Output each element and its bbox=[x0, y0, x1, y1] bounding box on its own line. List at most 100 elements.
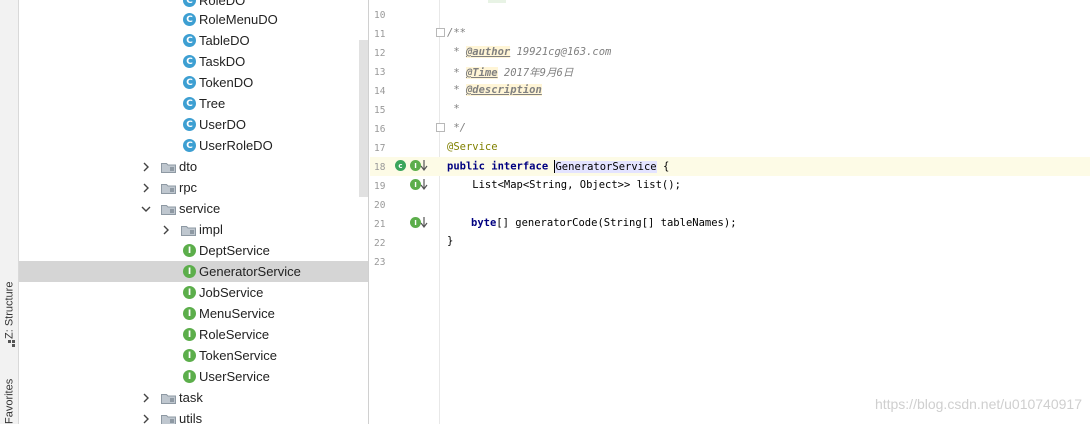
favorites-tab-label: Favorites bbox=[3, 378, 16, 424]
folder-icon bbox=[161, 182, 176, 194]
line-number: 10 bbox=[374, 10, 386, 21]
tree-row-label: UserService bbox=[199, 369, 270, 384]
code-line-11: /** bbox=[447, 27, 466, 39]
tree-row-label: impl bbox=[199, 222, 223, 237]
code-text: { bbox=[656, 160, 670, 173]
comment-star: * bbox=[447, 67, 466, 79]
keyword: byte bbox=[471, 217, 497, 229]
chevron-right-icon[interactable] bbox=[141, 414, 151, 424]
javadoc-tag-time: @Time bbox=[465, 67, 498, 79]
chevron-down-icon[interactable] bbox=[141, 204, 151, 214]
line-number: 21 bbox=[374, 219, 386, 230]
tree-row-label: UserRoleDO bbox=[199, 138, 273, 153]
code-line-22: } bbox=[447, 235, 454, 247]
tree-row-label: Tree bbox=[199, 96, 226, 111]
tree-row[interactable]: I DeptService bbox=[19, 240, 368, 261]
line-number: 14 bbox=[374, 86, 386, 97]
tree-row[interactable]: C TokenDO bbox=[19, 72, 368, 93]
class-icon: C bbox=[183, 97, 196, 110]
chevron-right-icon[interactable] bbox=[141, 183, 151, 193]
code-editor[interactable] bbox=[441, 0, 1090, 424]
structure-tab-label: Z: Structure bbox=[3, 281, 16, 339]
fold-toggle-icon[interactable] bbox=[436, 28, 445, 37]
tree-row-label: RoleService bbox=[199, 327, 270, 342]
run-icon[interactable]: c bbox=[395, 160, 406, 171]
tool-strip: Z: Structure Favorites bbox=[0, 0, 19, 424]
line-number: 15 bbox=[374, 105, 386, 116]
class-icon: C bbox=[183, 55, 196, 68]
class-icon: C bbox=[183, 118, 196, 131]
tree-row[interactable]: rpc bbox=[19, 177, 368, 198]
tree-row[interactable]: I JobService bbox=[19, 282, 368, 303]
project-tree[interactable]: C RoleDO C RoleMenuDO C TableDO C TaskDO C TokenD… bbox=[19, 0, 369, 424]
tree-row[interactable]: I UserService bbox=[19, 366, 368, 387]
code-line-14: * @description bbox=[447, 84, 542, 96]
interface-icon: I bbox=[183, 286, 196, 299]
code-line-17: @Service bbox=[447, 141, 498, 153]
fold-toggle-icon[interactable] bbox=[436, 123, 445, 132]
class-icon: C bbox=[183, 76, 196, 89]
folder-icon bbox=[161, 392, 176, 404]
tree-row-label: RoleMenuDO bbox=[199, 12, 278, 27]
line-number: 20 bbox=[374, 200, 386, 211]
chevron-right-icon[interactable] bbox=[141, 162, 151, 172]
tree-row-label: rpc bbox=[179, 180, 198, 195]
line-number: 13 bbox=[374, 67, 386, 78]
structure-icon bbox=[6, 339, 16, 347]
tree-row-label: GeneratorService bbox=[199, 264, 301, 279]
line-number: 12 bbox=[374, 48, 386, 59]
line-number: 17 bbox=[374, 143, 386, 154]
tree-row[interactable]: C UserDO bbox=[19, 114, 368, 135]
tree-row-label: TableDO bbox=[199, 33, 250, 48]
tree-row-label: task bbox=[179, 390, 203, 405]
tree-row[interactable]: service bbox=[19, 198, 368, 219]
chevron-right-icon[interactable] bbox=[161, 225, 171, 235]
javadoc-tag-author: @author bbox=[465, 46, 511, 58]
line-number: 19 bbox=[374, 181, 386, 192]
interface-icon: I bbox=[183, 328, 196, 341]
code-line-21: byte[] generatorCode(String[] tableNames… bbox=[471, 217, 737, 229]
tree-row[interactable]: C Tree bbox=[19, 93, 368, 114]
code-text: [] generatorCode(String[] tableNames); bbox=[496, 217, 737, 229]
line-number: 16 bbox=[374, 124, 386, 135]
tree-row[interactable]: impl bbox=[19, 219, 368, 240]
tree-row-label: UserDO bbox=[199, 117, 246, 132]
line-number: 23 bbox=[374, 257, 386, 268]
tree-row[interactable]: C UserRoleDO bbox=[19, 135, 368, 156]
comment-star: * bbox=[447, 46, 466, 58]
javadoc-tag-description: @description bbox=[465, 84, 542, 96]
tree-row[interactable]: C TableDO bbox=[19, 30, 368, 51]
interface-icon: I bbox=[183, 265, 196, 278]
editor-gutter bbox=[370, 0, 440, 424]
code-line-12: * @author 19921cg@163.com bbox=[447, 46, 611, 58]
line-number: 11 bbox=[374, 29, 386, 40]
tree-row-label: RoleDO bbox=[199, 0, 246, 8]
down-arrow-icon[interactable] bbox=[420, 179, 428, 190]
tree-row[interactable]: task bbox=[19, 387, 368, 408]
interface-icon: I bbox=[183, 307, 196, 320]
tree-row-label: TokenService bbox=[199, 348, 278, 363]
interface-name: GeneratorService bbox=[555, 160, 657, 173]
down-arrow-icon[interactable] bbox=[420, 160, 428, 171]
structure-tool-tab[interactable]: Z: Structure bbox=[1, 270, 18, 350]
tree-row-label: TokenDO bbox=[199, 75, 254, 90]
tree-scrollbar[interactable] bbox=[359, 40, 368, 197]
tree-row-label: dto bbox=[179, 159, 198, 174]
line-number: 22 bbox=[374, 238, 386, 249]
code-line-15: * bbox=[447, 103, 460, 115]
tree-row[interactable]: I GeneratorService bbox=[19, 261, 368, 282]
tree-row[interactable]: utils bbox=[19, 408, 368, 424]
tree-row-label: utils bbox=[179, 411, 203, 424]
tree-row[interactable]: I TokenService bbox=[19, 345, 368, 366]
keyword: public interface bbox=[447, 160, 549, 173]
interface-icon: I bbox=[183, 370, 196, 383]
tree-row[interactable]: C RoleMenuDO bbox=[19, 9, 368, 30]
tree-row[interactable]: I RoleService bbox=[19, 324, 368, 345]
code-line-18: public interface GeneratorService { bbox=[447, 160, 669, 173]
tree-row[interactable]: I MenuService bbox=[19, 303, 368, 324]
favorites-tool-tab[interactable]: Favorites bbox=[1, 366, 18, 424]
chevron-right-icon[interactable] bbox=[141, 393, 151, 403]
tree-row[interactable]: dto bbox=[19, 156, 368, 177]
tree-row[interactable]: C TaskDO bbox=[19, 51, 368, 72]
down-arrow-icon[interactable] bbox=[420, 217, 428, 228]
